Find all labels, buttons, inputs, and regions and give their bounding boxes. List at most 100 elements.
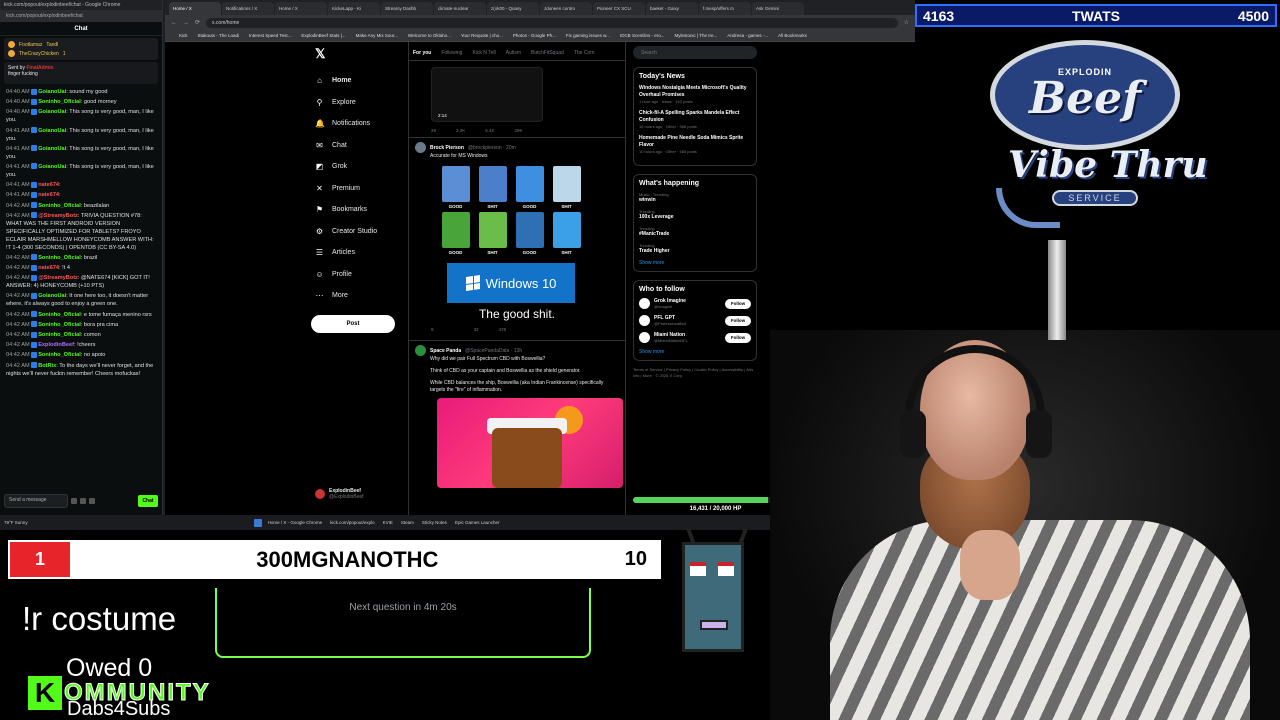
reload-icon[interactable]: ⟳ xyxy=(195,19,200,26)
nav-item-notifications[interactable]: 🔔 Notifications xyxy=(305,113,405,135)
reply-count[interactable]: 29 xyxy=(431,128,436,133)
browser-tab[interactable]: Ask Gemini xyxy=(752,2,804,15)
bookmark-item[interactable]: Andresa - games -... xyxy=(727,33,768,38)
tweet[interactable]: Space Panda @SpacePandaData · 13h Why di… xyxy=(409,340,625,492)
nav-item-bookmarks[interactable]: ⚑ Bookmarks xyxy=(305,199,405,221)
url-input[interactable]: x.com/home xyxy=(206,17,898,28)
bookmark-item[interactable]: All Bookmarks xyxy=(778,33,807,38)
message-user[interactable]: Soninho_Oficial xyxy=(38,255,81,261)
message-user[interactable]: ExplodinBeef xyxy=(38,342,74,348)
follow-button[interactable]: Follow xyxy=(725,298,751,309)
star-icon[interactable]: ☆ xyxy=(904,19,909,26)
chat-message-input[interactable]: Send a message xyxy=(4,494,68,508)
like-count[interactable]: 33 xyxy=(474,327,479,332)
nav-item-premium[interactable]: ✕ Premium xyxy=(305,178,405,200)
avatar[interactable] xyxy=(639,332,650,343)
bookmark-item[interactable]: Photos - Google Ph... xyxy=(513,33,556,38)
view-count[interactable]: 478 xyxy=(499,327,507,332)
browser-tab[interactable]: Jdoneen contro xyxy=(540,2,592,15)
browser-tab[interactable]: KickeLapp - Ki xyxy=(328,2,380,15)
chat-message[interactable]: 04:42 AM @StreamyBotz: TRIVIA QUESTION #… xyxy=(6,212,156,252)
chat-message[interactable]: 04:41 AM GoianoUai: This song is very go… xyxy=(6,163,156,179)
chat-message[interactable]: 04:42 AM nate674: !t 4 xyxy=(6,264,156,272)
message-user[interactable]: Soninho_Oficial xyxy=(38,352,81,358)
chat-message[interactable]: 04:42 AM GoianoUai: It one here too, it … xyxy=(6,292,156,308)
bookmark-item[interactable]: Kick xyxy=(179,33,188,38)
pinned-message[interactable]: Sent by FinalAdmin finger fucking xyxy=(4,62,158,84)
nav-item-grok[interactable]: ◩ Grok xyxy=(305,156,405,178)
gift-icon[interactable] xyxy=(89,498,95,504)
emote-icon[interactable] xyxy=(71,498,77,504)
bookmark-item[interactable]: Interest Speed Test... xyxy=(249,33,291,38)
like-count[interactable]: 5.4K xyxy=(485,128,494,133)
feed-tab[interactable]: ButchFitSquad xyxy=(531,50,564,56)
nav-item-creator-studio[interactable]: ⚙ Creator Studio xyxy=(305,221,405,243)
browser-tab[interactable]: z(ok00 - Quasy xyxy=(487,2,539,15)
feed-tab[interactable]: Kick N Tell xyxy=(472,50,495,56)
footer-links[interactable]: Terms of Service | Privacy Policy | Cook… xyxy=(633,367,757,379)
trend-item[interactable]: Trending Trade Higher xyxy=(639,243,751,254)
chat-log[interactable]: 04:40 AM GoianoUai: sound my good 04:40 A… xyxy=(0,86,162,478)
forward-icon[interactable]: → xyxy=(183,20,189,26)
show-more-link[interactable]: Show more xyxy=(639,349,751,355)
taskbar-item[interactable]: KVIE xyxy=(383,520,393,525)
follow-suggestion[interactable]: Grok Imagine @Imagine Follow xyxy=(639,298,751,309)
browser-tab[interactable]: baeket - Gaixy xyxy=(646,2,698,15)
chat-message[interactable]: 04:42 AM Soninho_Oficial: comon xyxy=(6,331,156,339)
browser-tab[interactable]: climate-nuclear xyxy=(434,2,486,15)
bookmark-item[interactable]: ExplodinBeef Stats |... xyxy=(301,33,345,38)
feed-tab[interactable]: Following xyxy=(441,50,462,56)
message-user[interactable]: Soninho_Oficial xyxy=(38,99,81,105)
chat-message[interactable]: 04:40 AM Soninho_Oficial: good morney xyxy=(6,98,156,106)
windows-meme-grid[interactable]: GOOD SHIT GOOD SHIT GOOD SHIT GOOD SHIT xyxy=(437,166,619,255)
promo-image[interactable] xyxy=(437,398,623,488)
message-user[interactable]: nate674 xyxy=(38,265,59,271)
chat-message[interactable]: 04:42 AM Soninho_Oficial: brazil xyxy=(6,254,156,262)
taskbar-item[interactable]: kick.com/popout/explo xyxy=(330,520,375,525)
nav-item-explore[interactable]: ⚲ Explore xyxy=(305,92,405,114)
bookmark-item[interactable]: Fix gaming issues w... xyxy=(566,33,610,38)
feed-tab[interactable]: Autism xyxy=(506,50,521,56)
tweet-author[interactable]: Space Panda xyxy=(430,348,461,354)
message-user[interactable]: GoianoUai xyxy=(38,89,66,95)
nav-item-home[interactable]: ⌂ Home xyxy=(305,70,405,92)
browser-tab[interactable]: f.mesp/offers m xyxy=(699,2,751,15)
message-user[interactable]: Soninho_Oficial xyxy=(38,322,81,328)
avatar[interactable] xyxy=(639,298,650,309)
tweet-author[interactable]: Brock Pierson xyxy=(430,145,464,151)
avatar[interactable] xyxy=(639,315,650,326)
bookmark-item[interactable]: Stakouts - The Loadi xyxy=(198,33,239,38)
message-user[interactable]: nate674 xyxy=(38,192,59,198)
chat-message[interactable]: 04:41 AM GoianoUai: This song is very go… xyxy=(6,145,156,161)
account-switcher[interactable]: ExplodinBeef @ExplodinBeef xyxy=(315,488,364,500)
message-user[interactable]: GoianoUai xyxy=(38,146,66,152)
bookmark-item[interactable]: Make Any Mix Sour... xyxy=(356,33,398,38)
bookmark-item[interactable]: Mylestonic | The Ire... xyxy=(674,33,717,38)
nav-item-articles[interactable]: ☰ Articles xyxy=(305,242,405,264)
bookmark-item[interactable]: Your Requote | cho... xyxy=(461,33,503,38)
message-user[interactable]: BotRix xyxy=(38,363,56,369)
chat-window-url[interactable]: kick.com/popout/explodinbeef/chat xyxy=(0,10,162,22)
follow-button[interactable]: Follow xyxy=(725,332,751,343)
settings-icon[interactable] xyxy=(80,498,86,504)
message-user[interactable]: GoianoUai xyxy=(38,109,66,115)
reply-count[interactable]: 9 xyxy=(431,327,434,332)
follow-button[interactable]: Follow xyxy=(725,315,751,326)
chat-message[interactable]: 04:42 AM Soninho_Oficial: bora pra cima xyxy=(6,321,156,329)
chat-message[interactable]: 04:40 AM GoianoUai: sound my good xyxy=(6,88,156,96)
bookmark-item[interactable]: IDCB Scentlins - ero... xyxy=(620,33,665,38)
search-input[interactable]: Search xyxy=(633,46,757,59)
message-user[interactable]: GoianoUai xyxy=(38,128,66,134)
message-user[interactable]: Soninho_Oficial xyxy=(38,332,81,338)
repost-count[interactable]: 3.2K xyxy=(456,128,465,133)
feed-tab[interactable]: The Com xyxy=(574,50,595,56)
message-user[interactable]: @StreamyBotz xyxy=(38,213,78,219)
message-user[interactable]: nate674 xyxy=(38,182,59,188)
nav-item-profile[interactable]: ☺ Profile xyxy=(305,264,405,286)
back-icon[interactable]: ← xyxy=(171,20,177,26)
nav-item-chat[interactable]: ✉ Chat xyxy=(305,135,405,157)
browser-tab[interactable]: Home / X xyxy=(169,2,221,15)
chat-message[interactable]: 04:40 AM GoianoUai: This song is very go… xyxy=(6,108,156,124)
browser-tab[interactable]: Notifications / X xyxy=(222,2,274,15)
message-user[interactable]: Soninho_Oficial xyxy=(38,312,81,318)
